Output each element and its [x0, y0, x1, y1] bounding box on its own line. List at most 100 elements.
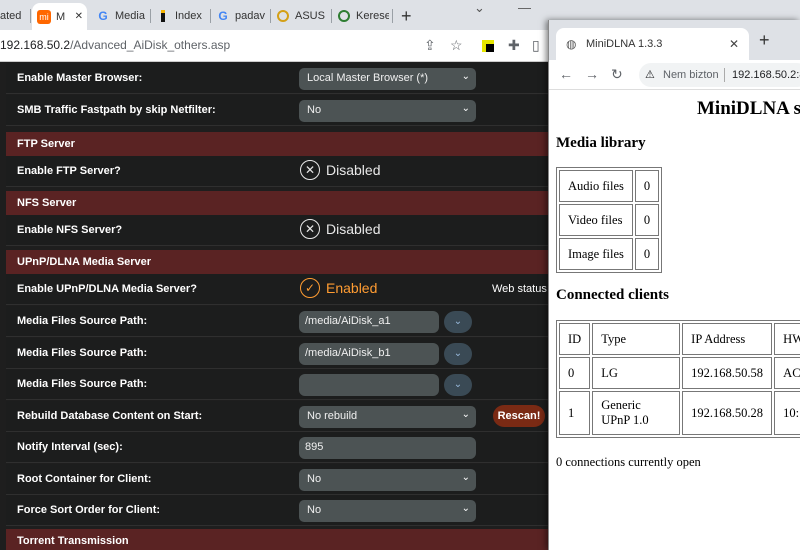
media-count-cell: 0: [634, 238, 660, 270]
back-arrow-icon[interactable]: ←: [559, 66, 573, 82]
tab-label: Index: [175, 10, 202, 22]
rebuild-db-select[interactable]: No rebuild ⌄: [299, 406, 476, 428]
ftp-toggle[interactable]: ✕ Disabled: [300, 160, 380, 180]
status-text: Disabled: [326, 221, 381, 237]
media-count-cell: 0: [634, 170, 660, 202]
row-label: Root Container for Client:: [17, 473, 152, 485]
force-sort-select[interactable]: No ⌄: [299, 500, 476, 522]
check-circle-icon: ✓: [300, 278, 320, 298]
tab-index[interactable]: Index: [156, 4, 208, 28]
chevron-down-icon: ⌄: [461, 472, 470, 483]
section-title: FTP Server: [17, 138, 75, 150]
mi-logo-icon: mi: [37, 9, 51, 24]
row-ftp-enable: Enable FTP Server? ✕ Disabled: [6, 156, 548, 187]
forward-arrow-icon[interactable]: →: [585, 66, 599, 82]
tab-kerese[interactable]: Kerese: [337, 4, 389, 28]
rescan-button[interactable]: Rescan!: [493, 405, 545, 427]
section-title: UPnP/DLNA Media Server: [17, 256, 152, 268]
input-value: 895: [305, 441, 324, 453]
minidlna-status-page: MiniDLNA s Media library Audio files 0 V…: [549, 90, 800, 550]
reload-icon[interactable]: ↻: [611, 66, 623, 83]
chevron-down-icon: ⌄: [461, 503, 470, 514]
tab-strip: ◍ MiniDLNA 1.3.3 ✕ +: [549, 20, 800, 60]
table-row: Image files 0: [559, 238, 660, 270]
tab-label: MiniDLNA 1.3.3: [586, 38, 663, 50]
url-text[interactable]: 192.168.50.2/Advanced_AiDisk_others.asp: [0, 38, 230, 52]
row-source-path-1: Media Files Source Path: /media/AiDisk_a…: [6, 306, 548, 337]
close-icon[interactable]: ✕: [729, 37, 739, 51]
browse-folder-button[interactable]: ⌄: [444, 311, 472, 333]
minimize-icon[interactable]: —: [518, 0, 531, 15]
web-status-link[interactable]: Web status: [492, 283, 547, 295]
x-circle-icon: ✕: [300, 160, 320, 180]
row-label: SMB Traffic Fastpath by skip Netfilter:: [17, 104, 216, 116]
star-icon[interactable]: ☆: [450, 37, 463, 54]
address-bar[interactable]: 192.168.50.2/Advanced_AiDisk_others.asp …: [0, 30, 548, 62]
omnibox[interactable]: ⚠ Nem bizton 192.168.50.2:8: [639, 63, 800, 87]
client-type-cell: LG: [592, 357, 681, 389]
master-browser-select[interactable]: Local Master Browser (*) ⌄: [299, 68, 476, 90]
tab-mi[interactable]: mi M ✕: [32, 3, 87, 30]
extension-icon[interactable]: [482, 39, 494, 55]
section-title: NFS Server: [17, 197, 77, 209]
input-value: /media/AiDisk_b1: [305, 347, 391, 359]
globe-icon: [337, 9, 351, 23]
browse-folder-button[interactable]: ⌄: [444, 343, 472, 365]
chevron-down-icon: ⌄: [453, 348, 463, 359]
source-path-input-2[interactable]: /media/AiDisk_b1: [299, 343, 439, 365]
row-label: Notify Interval (sec):: [17, 441, 123, 453]
row-label: Enable NFS Server?: [17, 224, 123, 236]
row-smb-fastpath: SMB Traffic Fastpath by skip Netfilter: …: [6, 95, 548, 126]
table-row: 0 LG 192.168.50.58 AC: [559, 357, 800, 389]
tab-media[interactable]: G Media: [96, 4, 146, 28]
header-cell: IP Address: [682, 323, 773, 355]
new-tab-button[interactable]: +: [401, 6, 412, 27]
x-circle-icon: ✕: [300, 219, 320, 239]
section-torrent: Torrent Transmission: [6, 529, 548, 550]
select-value: No: [307, 504, 322, 516]
smb-fastpath-select[interactable]: No ⌄: [299, 100, 476, 122]
side-panel-icon[interactable]: ▯: [532, 37, 540, 54]
tab-label: Kerese: [356, 10, 389, 22]
nfs-toggle[interactable]: ✕ Disabled: [300, 219, 380, 239]
browse-folder-button[interactable]: ⌄: [444, 374, 472, 396]
client-hw-cell: 10:: [774, 391, 800, 435]
source-path-input-3[interactable]: [299, 374, 439, 396]
google-icon: G: [218, 9, 228, 23]
url-text: 192.168.50.2:8: [732, 69, 800, 81]
status-text: Enabled: [326, 280, 378, 296]
notify-interval-input[interactable]: 895: [299, 437, 476, 459]
globe-icon: ◍: [566, 37, 577, 51]
share-icon[interactable]: ⇪: [424, 37, 436, 54]
row-label: Rebuild Database Content on Start:: [17, 410, 203, 422]
tab-padav[interactable]: G padav: [216, 4, 266, 28]
row-label: Media Files Source Path:: [17, 347, 148, 359]
new-tab-button[interactable]: +: [759, 30, 770, 51]
tab-ated[interactable]: ated: [0, 4, 28, 28]
media-library-heading: Media library: [556, 135, 646, 151]
chevron-down-icon: ⌄: [461, 103, 470, 114]
chevron-down-icon[interactable]: ⌄: [474, 0, 485, 16]
warning-icon: ⚠: [645, 69, 655, 81]
tab-minidlna[interactable]: ◍ MiniDLNA 1.3.3 ✕: [556, 28, 749, 60]
header-cell: HW: [774, 323, 800, 355]
row-label: Enable UPnP/DLNA Media Server?: [17, 283, 197, 295]
client-ip-cell: 192.168.50.58: [682, 357, 773, 389]
row-notify-interval: Notify Interval (sec): 895: [6, 432, 548, 463]
chevron-down-icon: ⌄: [461, 409, 470, 420]
tab-asus[interactable]: ASUS: [276, 4, 328, 28]
close-icon[interactable]: ✕: [75, 11, 83, 22]
table-row: 1 Generic UPnP 1.0 192.168.50.28 10:: [559, 391, 800, 435]
tab-label: ASUS: [295, 10, 325, 22]
row-root-container: Root Container for Client: No ⌄: [6, 464, 548, 495]
header-cell: ID: [559, 323, 591, 355]
connected-clients-table: ID Type IP Address HW 0 LG 192.168.50.58…: [556, 320, 800, 438]
select-value: Local Master Browser (*): [307, 72, 429, 84]
row-nfs-enable: Enable NFS Server? ✕ Disabled: [6, 215, 548, 246]
source-path-input-1[interactable]: /media/AiDisk_a1: [299, 311, 439, 333]
root-container-select[interactable]: No ⌄: [299, 469, 476, 491]
table-row: Audio files 0: [559, 170, 660, 202]
puzzle-icon[interactable]: ✚: [508, 37, 520, 54]
dlna-toggle[interactable]: ✓ Enabled: [300, 278, 377, 298]
row-dlna-enable: Enable UPnP/DLNA Media Server? ✓ Enabled…: [6, 274, 548, 305]
